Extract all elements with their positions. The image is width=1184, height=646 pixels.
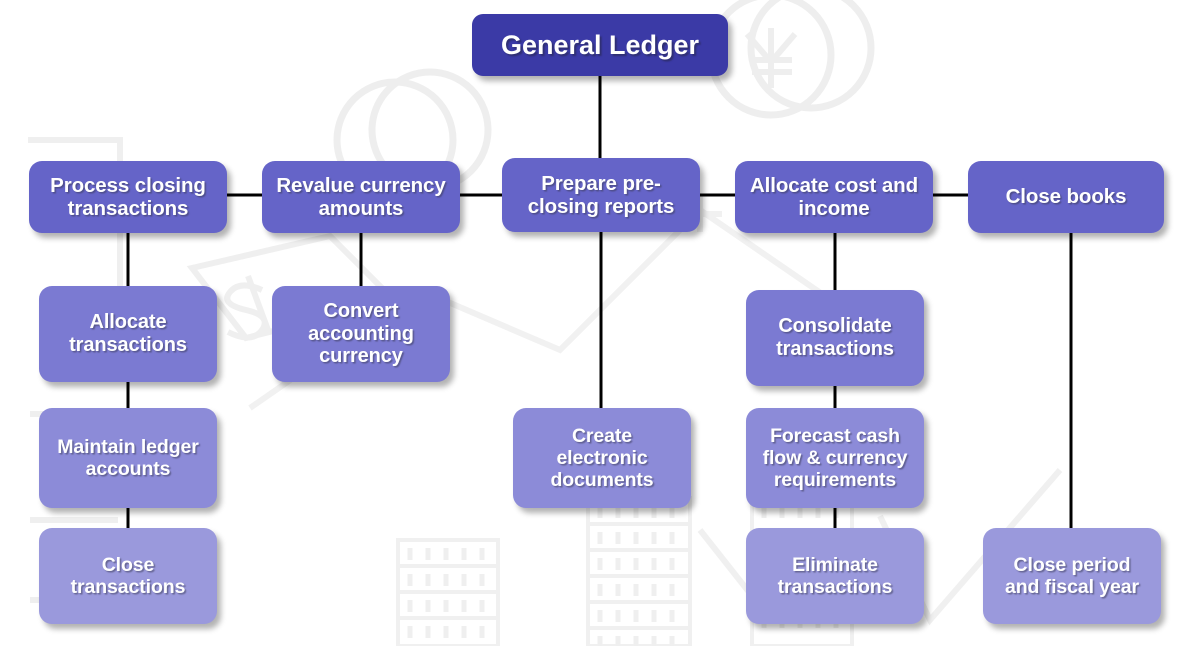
node-consolidate-transactions-label: Consolidate transactions [776, 315, 894, 360]
node-convert-accounting-currency-label: Convert accounting currency [308, 299, 414, 368]
node-create-electronic-documents[interactable]: Create electronic documents [513, 408, 691, 508]
node-convert-accounting-currency[interactable]: Convert accounting currency [272, 286, 450, 382]
node-close-books-label: Close books [1005, 185, 1127, 209]
node-close-books[interactable]: Close books [968, 161, 1164, 233]
node-revalue-currency-amounts-label: Revalue currency amounts [276, 173, 446, 220]
node-revalue-currency-amounts[interactable]: Revalue currency amounts [262, 161, 460, 233]
bar-grid-watermark-left [396, 538, 500, 646]
node-allocate-cost-and-income-label: Allocate cost and income [749, 173, 919, 220]
node-forecast-cash-flow-and-currency-requirements[interactable]: Forecast cash flow & currency requirements [746, 408, 924, 508]
node-eliminate-transactions[interactable]: Eliminate transactions [746, 528, 924, 624]
node-close-period-and-fiscal-year[interactable]: Close period and fiscal year [983, 528, 1161, 624]
node-general-ledger[interactable]: General Ledger [472, 14, 728, 76]
diagram-canvas: General Ledger Process closing transaction… [0, 0, 1184, 646]
node-consolidate-transactions[interactable]: Consolidate transactions [746, 290, 924, 386]
node-allocate-cost-and-income[interactable]: Allocate cost and income [735, 161, 933, 233]
bar-grid-watermark-center [586, 496, 692, 646]
node-process-closing-transactions-label: Process closing transactions [50, 173, 206, 220]
node-prepare-pre-closing-reports[interactable]: Prepare pre-closing reports [502, 158, 700, 232]
node-eliminate-transactions-label: Eliminate transactions [777, 553, 893, 598]
node-process-closing-transactions[interactable]: Process closing transactions [29, 161, 227, 233]
node-maintain-ledger-accounts-label: Maintain ledger accounts [57, 435, 199, 480]
node-close-period-and-fiscal-year-label: Close period and fiscal year [1005, 553, 1139, 598]
node-create-electronic-documents-label: Create electronic documents [550, 424, 654, 492]
coin-stack-watermark [707, 0, 875, 119]
node-allocate-transactions-label: Allocate transactions [69, 311, 187, 356]
node-close-transactions[interactable]: Close transactions [39, 528, 217, 624]
node-allocate-transactions[interactable]: Allocate transactions [39, 286, 217, 382]
node-general-ledger-label: General Ledger [500, 29, 700, 60]
node-prepare-pre-closing-reports-label: Prepare pre-closing reports [527, 171, 675, 218]
node-maintain-ledger-accounts[interactable]: Maintain ledger accounts [39, 408, 217, 508]
node-close-transactions-label: Close transactions [70, 553, 186, 598]
node-forecast-cash-flow-and-currency-requirements-label: Forecast cash flow & currency requirements [762, 424, 908, 492]
